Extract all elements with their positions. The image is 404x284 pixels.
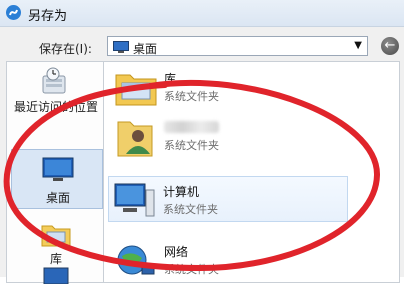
list-item[interactable]: 网络 系统文件夹: [110, 237, 350, 282]
item-name: 网络: [164, 245, 189, 259]
places-bar: 最近访问的位置 桌面 库: [6, 61, 105, 284]
title-bar: 另存为: [0, 0, 404, 27]
file-list: 库 系统文件夹 系统文件夹 计算机 系统文件夹 网络 系统文件夹: [104, 61, 400, 283]
computer-icon: [43, 267, 69, 284]
save-in-label: 保存在(I):: [39, 42, 92, 56]
place-label: 库: [49, 252, 62, 266]
save-in-dropdown[interactable]: 桌面 ▼: [107, 36, 368, 56]
item-name: 计算机: [163, 185, 200, 199]
recent-places-icon: [42, 67, 66, 94]
computer-icon: [114, 183, 155, 217]
item-type: 系统文件夹: [163, 203, 218, 216]
library-folder-icon: [115, 74, 157, 106]
place-label: 桌面: [45, 191, 70, 205]
save-as-dialog: 保存在(I): 桌面 ▼ ← 最近访问的位置 桌面 库 库 系统文件夹 系统文件…: [0, 27, 404, 284]
place-desktop[interactable]: 桌面: [11, 149, 103, 209]
place-recent[interactable]: 最近访问的位置: [7, 66, 105, 114]
list-item[interactable]: 系统文件夹: [110, 113, 350, 159]
arrow-left-icon: ←: [384, 38, 396, 53]
window-title: 另存为: [28, 9, 68, 24]
chevron-down-icon[interactable]: ▼: [354, 40, 362, 51]
item-name: 库: [164, 72, 177, 86]
user-folder-icon: [117, 121, 153, 157]
place-library[interactable]: 库: [7, 220, 105, 266]
app-logo-icon: [6, 5, 21, 20]
list-item[interactable]: 计算机 系统文件夹: [108, 176, 348, 222]
desktop-icon: [42, 157, 74, 181]
library-folder-icon: [41, 225, 71, 247]
item-type: 系统文件夹: [164, 263, 219, 276]
obscured-item-name: [164, 121, 219, 133]
place-label: 最近访问的位置: [13, 100, 98, 114]
save-in-value: 桌面: [133, 42, 158, 56]
back-button[interactable]: ←: [381, 37, 399, 55]
list-item[interactable]: 库 系统文件夹: [110, 64, 350, 110]
item-type: 系统文件夹: [164, 90, 219, 103]
item-type: 系统文件夹: [164, 139, 219, 152]
desktop-icon: [113, 41, 129, 53]
